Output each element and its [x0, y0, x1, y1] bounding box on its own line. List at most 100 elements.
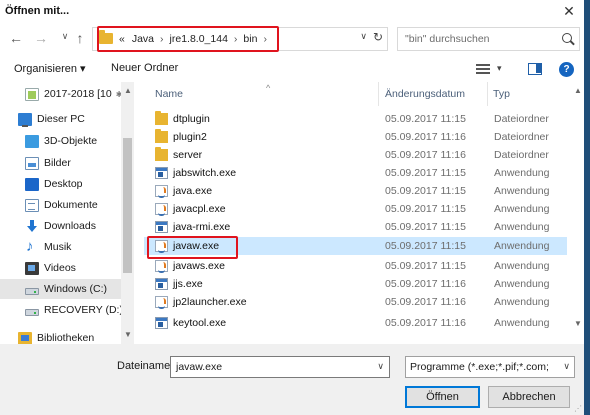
file-name: keytool.exe	[173, 317, 227, 329]
chevron-right-icon[interactable]: ›	[263, 33, 267, 45]
sidebar-item-videos[interactable]: Videos	[0, 258, 121, 278]
sidebar-item-recent-folder[interactable]: 2017-2018 [10 ✱	[0, 84, 122, 104]
list-item[interactable]: dtplugin 05.09.2017 11:15 Dateiordner	[144, 110, 567, 128]
forward-arrow-icon[interactable]: →	[31, 28, 51, 48]
folder-icon	[155, 147, 168, 161]
list-item[interactable]: javaws.exe 05.09.2017 11:15 Anwendung	[144, 257, 567, 275]
file-date: 05.09.2017 11:16	[385, 149, 466, 161]
scroll-up-icon[interactable]: ▲	[574, 86, 582, 95]
file-name: java-rmi.exe	[173, 221, 231, 233]
filename-value: javaw.exe	[176, 361, 223, 373]
list-item[interactable]: plugin2 05.09.2017 11:16 Dateiordner	[144, 128, 567, 146]
breadcrumb-item-java[interactable]: Java	[132, 33, 154, 45]
sidebar-item-label: Videos	[44, 262, 76, 274]
scroll-down-icon[interactable]: ▼	[124, 330, 132, 339]
file-type: Anwendung	[494, 260, 550, 272]
column-header-date[interactable]: Änderungsdatum	[385, 82, 465, 106]
file-type: Dateiordner	[494, 131, 549, 143]
scroll-up-icon[interactable]: ▲	[124, 86, 132, 95]
sidebar-item-libraries[interactable]: Bibliotheken	[0, 328, 121, 344]
search-icon[interactable]	[562, 33, 572, 43]
list-item[interactable]: server 05.09.2017 11:16 Dateiordner	[144, 146, 567, 164]
cancel-button[interactable]: Abbrechen	[488, 386, 570, 408]
list-item[interactable]: jp2launcher.exe 05.09.2017 11:16 Anwendu…	[144, 293, 567, 311]
open-button[interactable]: Öffnen	[405, 386, 480, 408]
breadcrumb-item-jre[interactable]: jre1.8.0_144	[170, 33, 228, 45]
sidebar-item-windows-drive[interactable]: Windows (C:)	[0, 279, 121, 299]
exe-icon	[155, 221, 168, 233]
list-item[interactable]: java.exe 05.09.2017 11:15 Anwendung	[144, 182, 567, 200]
list-item[interactable]: jabswitch.exe 05.09.2017 11:15 Anwendung	[144, 164, 567, 182]
column-header-name[interactable]: Name	[155, 82, 183, 106]
help-icon[interactable]: ?	[559, 62, 574, 77]
view-options-icon[interactable]	[476, 64, 490, 74]
file-name: jjs.exe	[173, 278, 203, 290]
sidebar-item-label: 3D-Objekte	[44, 135, 98, 147]
sidebar-item-documents[interactable]: Dokumente	[0, 195, 121, 215]
sidebar-item-3d-objects[interactable]: 3D-Objekte	[0, 131, 121, 151]
scrollbar-thumb[interactable]	[123, 138, 132, 273]
chevron-right-icon[interactable]: ›	[160, 33, 164, 45]
file-date: 05.09.2017 11:15	[385, 260, 466, 272]
pictures-icon	[25, 156, 39, 170]
organize-button[interactable]: Organisieren ▾	[14, 62, 86, 75]
file-name: java.exe	[173, 185, 213, 197]
breadcrumb-overflow[interactable]: «	[119, 33, 125, 45]
column-header-type[interactable]: Typ	[493, 82, 510, 106]
file-date: 05.09.2017 11:15	[385, 113, 466, 125]
sidebar-item-label: Dieser PC	[37, 113, 85, 125]
sidebar-item-label: Bibliotheken	[37, 332, 95, 344]
resize-grip-icon[interactable]: ⋰	[574, 404, 582, 413]
3d-objects-icon	[25, 134, 39, 148]
chevron-down-icon[interactable]: ∨	[360, 31, 367, 42]
up-arrow-icon[interactable]: ↑	[70, 28, 90, 48]
file-type-filter-select[interactable]: Programme (*.exe;*.pif;*.com; ∨	[405, 356, 575, 378]
sidebar-item-label: Musik	[44, 241, 72, 253]
file-date: 05.09.2017 11:15	[385, 185, 466, 197]
sidebar-item-recovery-drive[interactable]: RECOVERY (D:)	[0, 300, 123, 320]
preview-pane-icon[interactable]	[528, 63, 542, 75]
list-item[interactable]: jjs.exe 05.09.2017 11:16 Anwendung	[144, 275, 567, 293]
close-icon[interactable]: ✕	[560, 2, 578, 20]
sidebar-item-label: Windows (C:)	[44, 283, 108, 295]
sidebar-item-label: 2017-2018 [10	[44, 88, 112, 100]
file-date: 05.09.2017 11:15	[385, 167, 466, 179]
breadcrumb-item-bin[interactable]: bin	[243, 33, 257, 45]
view-dropdown-icon[interactable]: ▾	[497, 63, 502, 74]
new-folder-button[interactable]: Neuer Ordner	[111, 62, 178, 74]
refresh-icon[interactable]: ↻	[373, 30, 383, 44]
file-type-filter-value: Programme (*.exe;*.pif;*.com;	[410, 361, 549, 373]
navigation-pane: 2017-2018 [10 ✱ Dieser PC 3D-Objekte Bil…	[0, 82, 135, 344]
folder-icon	[155, 129, 168, 143]
file-type: Anwendung	[494, 317, 550, 329]
back-arrow-icon[interactable]: ←	[6, 28, 26, 48]
drive-icon	[25, 287, 39, 295]
sidebar-item-this-pc[interactable]: Dieser PC	[0, 109, 121, 129]
scroll-down-icon[interactable]: ▼	[574, 319, 582, 328]
search-box[interactable]: "bin" durchsuchen	[397, 27, 580, 51]
list-item[interactable]: java-rmi.exe 05.09.2017 11:15 Anwendung	[144, 218, 567, 236]
file-list-scrollbar[interactable]: ▲ ▼	[573, 82, 584, 344]
sidebar-item-desktop[interactable]: Desktop	[0, 174, 121, 194]
sidebar-item-downloads[interactable]: Downloads	[0, 216, 121, 236]
file-date: 05.09.2017 11:16	[385, 317, 466, 329]
sidebar-item-music[interactable]: Musik	[0, 237, 121, 257]
chevron-down-icon[interactable]: ∨	[377, 361, 384, 372]
java-icon	[155, 185, 168, 198]
this-pc-icon	[18, 112, 32, 127]
list-item-selected[interactable]: javaw.exe 05.09.2017 11:15 Anwendung	[144, 237, 567, 255]
chevron-right-icon[interactable]: ›	[234, 33, 238, 45]
sidebar-scrollbar[interactable]: ▲ ▼	[121, 82, 134, 344]
filename-field[interactable]: javaw.exe ∨	[170, 356, 390, 378]
list-item[interactable]: javacpl.exe 05.09.2017 11:15 Anwendung	[144, 200, 567, 218]
file-date: 05.09.2017 11:15	[385, 240, 466, 252]
open-with-dialog: Öffnen mit... ✕ ← → ∨ ↑ « Java › jre1.8.…	[0, 0, 590, 415]
address-bar[interactable]: « Java › jre1.8.0_144 › bin › ∨ ↻	[92, 27, 388, 51]
column-divider[interactable]	[378, 82, 379, 106]
column-divider[interactable]	[487, 82, 488, 106]
sidebar-item-pictures[interactable]: Bilder	[0, 153, 121, 173]
title-bar: Öffnen mit... ✕	[0, 0, 584, 22]
list-item[interactable]: keytool.exe 05.09.2017 11:16 Anwendung	[144, 314, 567, 332]
sidebar-item-label: Dokumente	[44, 199, 98, 211]
chevron-down-icon[interactable]: ∨	[563, 361, 570, 372]
